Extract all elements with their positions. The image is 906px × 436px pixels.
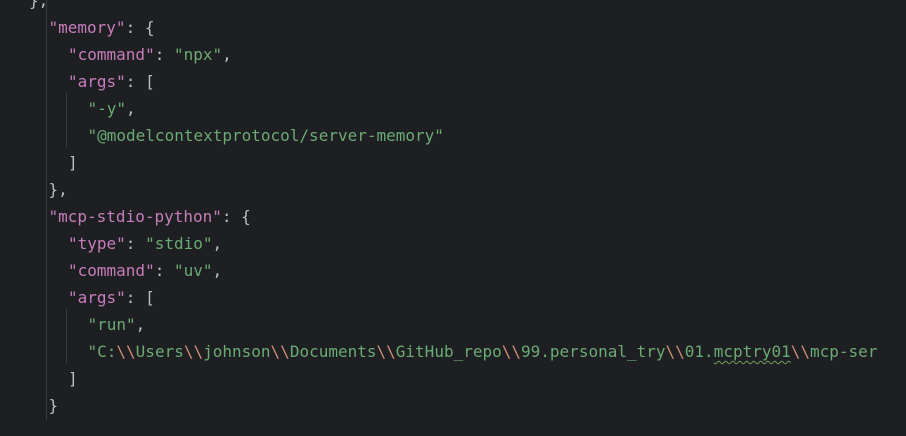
indent-guide-memory — [46, 38, 47, 174]
code-token: "memory" — [48, 18, 126, 37]
code-editor[interactable]: }, "memory": {"command": "npx", "args": ["… — [0, 0, 906, 436]
code-token: "args" — [68, 72, 126, 91]
code-line[interactable]: "run", — [88, 311, 146, 338]
code-token: "@modelcontextprotocol/server-memory" — [87, 126, 444, 145]
code-token: \\ — [183, 342, 204, 361]
code-line[interactable]: ] — [68, 149, 78, 176]
code-line[interactable]: "command": "npx", — [68, 41, 232, 68]
code-token: "C: — [87, 342, 117, 361]
code-token: johnson — [203, 342, 271, 361]
code-token: mcp-ser — [810, 342, 878, 361]
code-token: Documents — [289, 342, 377, 361]
code-line[interactable]: }, — [29, 0, 48, 14]
code-line[interactable]: "command": "uv", — [68, 257, 222, 284]
code-line[interactable]: "mcp-stdio-python": { — [49, 203, 251, 230]
code-token: : — [154, 261, 174, 280]
indent-guide-python — [46, 227, 47, 389]
code-token: "type" — [68, 234, 126, 253]
code-line[interactable]: ] — [68, 365, 78, 392]
code-token: } — [48, 396, 59, 415]
code-token: "npx" — [173, 45, 223, 64]
code-token: }, — [48, 180, 68, 199]
code-token: Users — [135, 342, 184, 361]
code-token: : — [154, 45, 174, 64]
code-token: , — [212, 261, 223, 280]
code-token: "stdio" — [145, 234, 213, 253]
code-line[interactable]: } — [49, 392, 59, 419]
code-token: , — [135, 315, 146, 334]
code-token: "-y" — [87, 99, 127, 118]
code-token: , — [212, 234, 223, 253]
code-line[interactable]: "memory": { — [49, 14, 155, 41]
code-token: \\ — [790, 342, 811, 361]
code-line[interactable]: "args": [ — [68, 68, 155, 95]
code-token: : [ — [125, 72, 155, 91]
code-token: \\ — [116, 342, 136, 361]
code-token: : { — [221, 207, 251, 226]
code-line[interactable]: "@modelcontextprotocol/server-memory" — [88, 122, 444, 149]
code-line[interactable]: "-y", — [88, 95, 136, 122]
code-token: 01. — [684, 342, 714, 361]
code-token: : [ — [125, 288, 155, 307]
code-token: 99.personal_try — [521, 342, 666, 361]
indent-guide-memory-args — [66, 92, 67, 148]
code-token: "args" — [68, 288, 126, 307]
code-line[interactable]: "args": [ — [68, 284, 155, 311]
code-line[interactable]: "type": "stdio", — [68, 230, 222, 257]
code-token: : — [125, 234, 146, 253]
code-token: \\ — [501, 342, 522, 361]
code-token: , — [126, 99, 136, 118]
indent-guide-python-args — [66, 308, 67, 364]
code-token: , — [222, 45, 232, 64]
code-token: "uv" — [173, 261, 213, 280]
code-token: ] — [68, 153, 78, 172]
code-token: "mcp-stdio-python" — [48, 207, 222, 226]
code-line[interactable]: "C:\\Users\\johnson\\Documents\\GitHub_r… — [88, 338, 878, 365]
code-token: "command" — [68, 45, 155, 64]
code-token: \\ — [376, 342, 396, 361]
code-token: \\ — [270, 342, 290, 361]
code-token: GitHub_repo — [395, 342, 502, 361]
code-token: "run" — [87, 315, 136, 334]
code-token: : { — [125, 18, 155, 37]
code-token: ] — [68, 369, 78, 388]
code-token: \\ — [665, 342, 685, 361]
code-token: mcptry01 — [713, 342, 791, 361]
code-token: "command" — [68, 261, 155, 280]
code-token: }, — [29, 0, 49, 10]
code-line[interactable]: }, — [49, 176, 68, 203]
